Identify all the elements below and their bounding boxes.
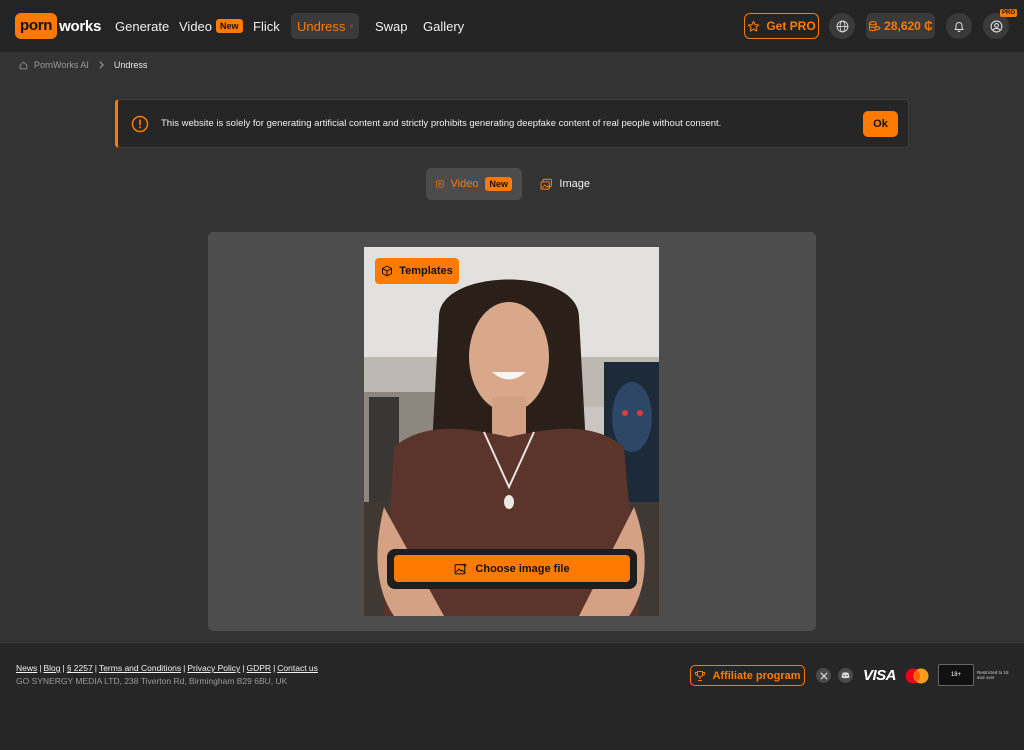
credits-value: 28,620 ₵ xyxy=(884,19,933,33)
tab-video-label: Video xyxy=(450,178,479,190)
nav-video-new-badge: New xyxy=(216,19,243,33)
nav-flick-label: Flick xyxy=(253,18,280,34)
site-logo[interactable]: porn works xyxy=(15,13,101,39)
footer-link-privacy[interactable]: Privacy Policy xyxy=(187,663,240,673)
pro-badge: PRO xyxy=(1000,9,1018,17)
x-twitter-icon[interactable] xyxy=(816,668,831,683)
nav-swap[interactable]: Swap xyxy=(369,13,414,39)
footer-link-news[interactable]: News xyxy=(16,663,37,673)
consent-notice: This website is solely for generating ar… xyxy=(115,99,909,148)
footer-link-contact[interactable]: Contact us xyxy=(277,663,318,673)
bell-icon xyxy=(954,21,964,32)
video-icon xyxy=(436,180,444,188)
coins-icon xyxy=(869,20,881,31)
footer-links: News | Blog | § 2257 | Terms and Conditions | Pr… xyxy=(16,663,318,673)
language-button[interactable] xyxy=(829,13,855,39)
breadcrumb: PornWorks AI Undress xyxy=(19,60,147,70)
tab-image-label: Image xyxy=(559,178,590,190)
rta-18-badge: 18+ xyxy=(938,664,974,686)
visa-logo: VISA xyxy=(863,667,897,684)
tab-video[interactable]: Video New xyxy=(426,168,522,200)
nav-video-label: Video xyxy=(179,18,213,34)
rta-note: Restricted to 18 and over xyxy=(977,670,1009,680)
logo-part-2: works xyxy=(59,17,101,35)
breadcrumb-root[interactable]: PornWorks AI xyxy=(34,60,89,70)
choose-image-label: Choose image file xyxy=(475,562,570,575)
footer-link-gdpr[interactable]: GDPR xyxy=(247,663,272,673)
credits-balance[interactable]: 28,620 ₵ xyxy=(866,13,935,39)
rta-badge: 18+ Restricted to 18 and over xyxy=(938,664,1011,686)
nav-flick[interactable]: Flick xyxy=(247,13,286,39)
image-add-icon xyxy=(454,563,467,574)
ok-button[interactable]: Ok xyxy=(863,111,898,137)
video-icon xyxy=(350,24,353,28)
footer: News | Blog | § 2257 | Terms and Conditions | Pr… xyxy=(0,642,1024,750)
breadcrumb-current: Undress xyxy=(113,60,148,70)
templates-button[interactable]: Templates xyxy=(375,258,459,284)
home-icon xyxy=(19,61,28,69)
top-bar: porn works Generate Video New Flick Undr… xyxy=(0,0,1024,52)
affiliate-label: Affiliate program xyxy=(712,669,801,682)
notice-text: This website is solely for generating ar… xyxy=(161,118,722,129)
nav-undress[interactable]: Undress xyxy=(291,13,359,39)
nav-generate-label: Generate xyxy=(115,18,170,34)
discord-icon[interactable] xyxy=(838,668,853,683)
chevron-right-icon xyxy=(99,61,104,69)
footer-link-terms[interactable]: Terms and Conditions xyxy=(99,663,181,673)
cube-icon xyxy=(382,265,393,277)
nav-undress-label: Undress xyxy=(297,18,346,34)
templates-label: Templates xyxy=(399,265,453,277)
nav-swap-label: Swap xyxy=(375,18,408,34)
get-pro-button[interactable]: Get PRO xyxy=(744,13,819,39)
footer-link-blog[interactable]: Blog xyxy=(43,663,60,673)
tab-video-new-badge: New xyxy=(485,177,512,191)
images-icon xyxy=(540,178,552,190)
globe-icon xyxy=(836,20,848,32)
choose-image-button[interactable]: Choose image file xyxy=(394,555,630,582)
tab-image[interactable]: Image xyxy=(530,168,600,200)
mastercard-logo xyxy=(905,668,929,684)
alert-icon xyxy=(131,115,149,132)
company-address: GO SYNERGY MEDIA LTD, 238 Tiverton Rd, B… xyxy=(16,676,288,686)
get-pro-label: Get PRO xyxy=(766,19,816,33)
nav-gallery[interactable]: Gallery xyxy=(417,13,470,39)
trophy-icon xyxy=(695,670,706,681)
nav-gallery-label: Gallery xyxy=(423,18,465,34)
notifications-button[interactable] xyxy=(946,13,972,39)
user-icon xyxy=(990,20,1002,32)
logo-part-1: porn xyxy=(15,13,58,39)
nav-generate[interactable]: Generate xyxy=(109,13,175,39)
nav-video[interactable]: Video New xyxy=(173,13,249,39)
star-icon xyxy=(748,20,760,32)
footer-link-2257[interactable]: § 2257 xyxy=(67,663,93,673)
affiliate-program-button[interactable]: Affiliate program xyxy=(690,665,805,686)
